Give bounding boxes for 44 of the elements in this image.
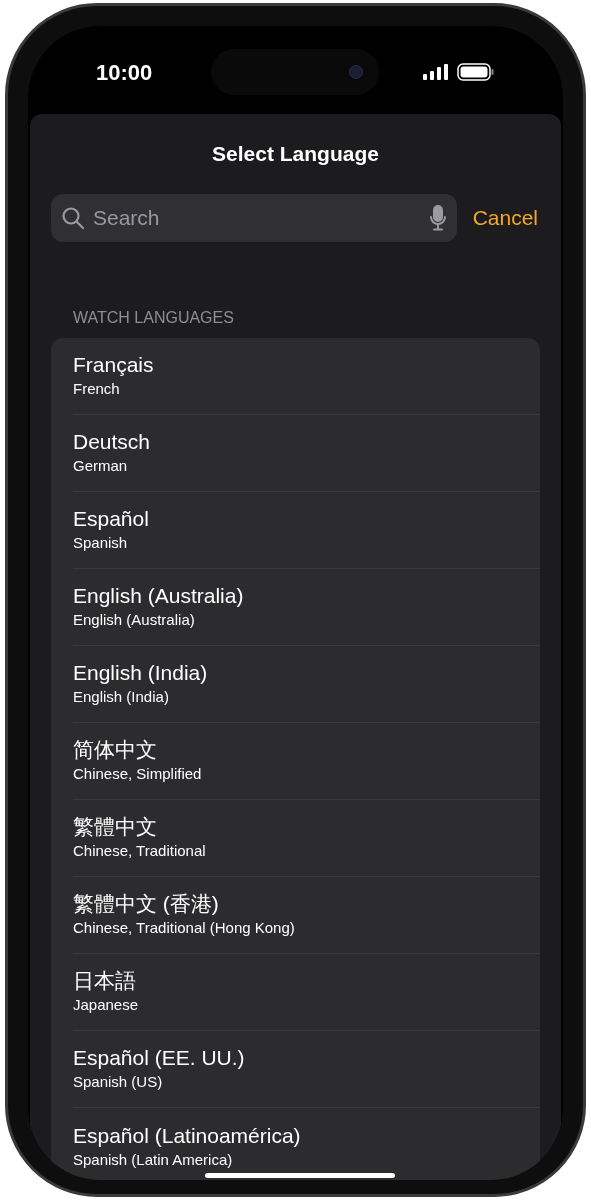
signal-icon (423, 64, 449, 80)
language-name: Français (73, 352, 155, 377)
language-row[interactable]: 日本語 Japanese (51, 953, 540, 1031)
language-subtitle: German (73, 456, 129, 476)
language-name: English (India) (73, 660, 209, 685)
language-subtitle: Spanish (US) (73, 1072, 164, 1092)
language-subtitle: Chinese, Traditional (Hong Kong) (73, 918, 296, 938)
language-name: Español (73, 506, 150, 531)
cancel-button[interactable]: Cancel (472, 201, 540, 234)
language-row[interactable]: English (Australia) English (Australia) (51, 568, 540, 646)
status-time: 10:00 (96, 58, 154, 87)
language-name: 简体中文 (73, 737, 158, 762)
language-subtitle: Spanish (Latin America) (73, 1149, 234, 1170)
search-input[interactable]: Search (93, 201, 421, 234)
language-row[interactable]: English (India) English (India) (51, 645, 540, 723)
language-row[interactable]: Français French (51, 337, 540, 415)
language-name: Español (EE. UU.) (73, 1045, 246, 1070)
language-name: Español (Latinoamérica) (73, 1122, 302, 1148)
language-subtitle: English (India) (73, 687, 170, 707)
language-row[interactable]: Español Spanish (51, 491, 540, 569)
language-row[interactable]: 繁體中文 (香港) Chinese, Traditional (Hong Kong) (51, 876, 540, 954)
search-icon (61, 205, 85, 230)
microphone-icon[interactable] (428, 204, 447, 231)
language-name: English (Australia) (73, 583, 245, 608)
section-header: WATCH LANGUAGES (73, 308, 234, 326)
language-subtitle: French (73, 379, 121, 399)
camera-icon (348, 65, 363, 79)
language-subtitle: Spanish (73, 533, 129, 553)
language-row[interactable]: Español (EE. UU.) Spanish (US) (51, 1030, 540, 1108)
language-subtitle: Chinese, Traditional (73, 841, 207, 861)
search-field[interactable]: Search (51, 193, 457, 242)
battery-icon (457, 63, 495, 81)
language-name: Deutsch (73, 429, 152, 454)
language-row[interactable]: 简体中文 Chinese, Simplified (51, 722, 540, 800)
language-row[interactable]: 繁體中文 Chinese, Traditional (51, 799, 540, 877)
language-subtitle: Chinese, Simplified (73, 764, 203, 784)
language-name: 日本語 (73, 968, 137, 993)
language-name: 繁體中文 (香港) (73, 891, 220, 916)
language-row[interactable]: Deutsch German (51, 414, 540, 492)
language-row[interactable]: Español (Latinoamérica) Spanish (Latin America) (51, 1107, 540, 1180)
language-subtitle: English (Australia) (73, 610, 196, 630)
sheet-title: Select Language (212, 141, 379, 167)
language-name: 繁體中文 (73, 814, 158, 839)
language-subtitle: Japanese (73, 995, 140, 1015)
